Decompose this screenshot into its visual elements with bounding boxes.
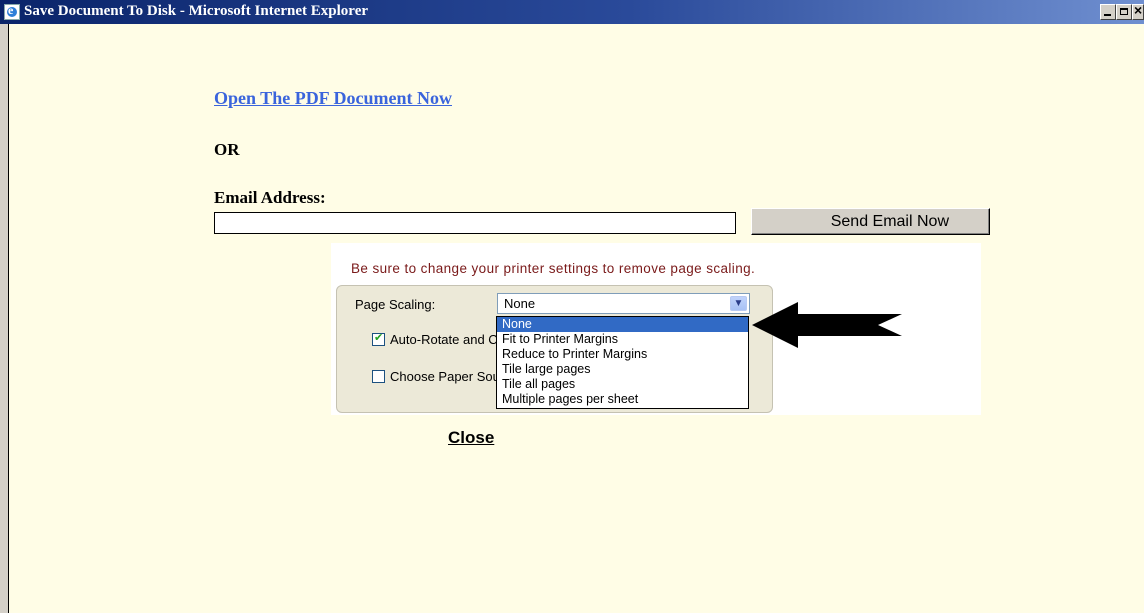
or-label: OR xyxy=(214,140,240,159)
ie-icon[interactable] xyxy=(4,3,20,20)
dropdown-option-multiple-pages-per-sheet[interactable]: Multiple pages per sheet xyxy=(497,392,748,407)
title-bar[interactable]: Save Document To Disk - Microsoft Intern… xyxy=(0,0,1144,24)
auto-rotate-label: Auto-Rotate and Center xyxy=(390,332,496,347)
chevron-down-icon[interactable]: ▼ xyxy=(730,296,747,311)
choose-paper-source-label: Choose Paper Source by PDF page size xyxy=(390,369,496,384)
close-icon[interactable] xyxy=(1132,2,1144,20)
close-link[interactable]: Close xyxy=(448,428,494,448)
page-scaling-select[interactable]: None ▼ xyxy=(497,293,750,314)
dropdown-option-tile-large-pages[interactable]: Tile large pages xyxy=(497,362,748,377)
dropdown-option-reduce-to-printer-margins[interactable]: Reduce to Printer Margins xyxy=(497,347,748,362)
email-address-input[interactable] xyxy=(214,212,736,234)
dropdown-option-tile-all-pages[interactable]: Tile all pages xyxy=(497,377,748,392)
choose-paper-source-checkbox[interactable] xyxy=(372,370,385,383)
window-left-border xyxy=(0,24,9,613)
page-scaling-value: None xyxy=(504,296,536,311)
open-pdf-link[interactable]: Open The PDF Document Now xyxy=(214,88,452,109)
window-title: Save Document To Disk - Microsoft Intern… xyxy=(24,3,369,19)
email-address-label: Email Address: xyxy=(214,188,326,207)
auto-rotate-checkbox[interactable] xyxy=(372,331,385,346)
minimize-icon[interactable] xyxy=(1100,4,1116,20)
send-email-button[interactable]: Send Email Now xyxy=(751,208,990,235)
dropdown-option-fit-to-printer-margins[interactable]: Fit to Printer Margins xyxy=(497,332,748,347)
dropdown-option-none[interactable]: None xyxy=(497,317,748,332)
maximize-icon[interactable] xyxy=(1116,4,1132,20)
browser-window: Save Document To Disk - Microsoft Intern… xyxy=(0,0,1144,613)
page-scaling-notice: Be sure to change your printer settings … xyxy=(351,261,756,276)
pointer-arrow-icon xyxy=(752,302,902,348)
page-scaling-dropdown-list[interactable]: None Fit to Printer Margins Reduce to Pr… xyxy=(496,316,749,409)
page-scaling-label: Page Scaling: xyxy=(355,297,436,312)
